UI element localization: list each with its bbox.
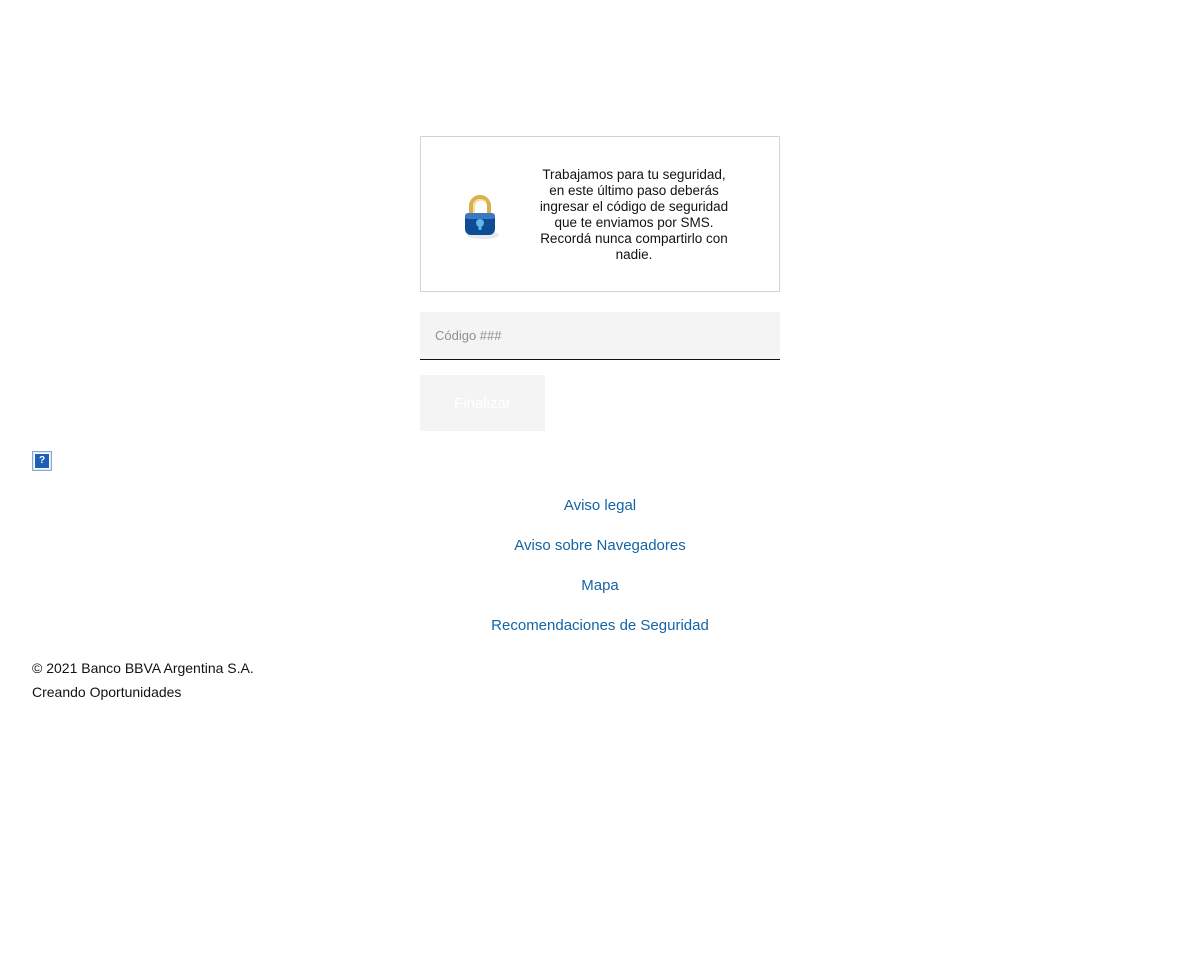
copyright-line: © 2021 Banco BBVA Argentina S.A.	[32, 660, 254, 676]
help-icon[interactable]: ?	[32, 451, 52, 471]
finish-button[interactable]: Finalizar	[420, 375, 545, 431]
link-mapa[interactable]: Mapa	[0, 575, 1200, 615]
padlock-icon	[465, 195, 499, 239]
footer-links: Aviso legal Aviso sobre Navegadores Mapa…	[0, 495, 1200, 655]
copyright: © 2021 Banco BBVA Argentina S.A. Creando…	[32, 656, 254, 704]
tagline: Creando Oportunidades	[32, 684, 182, 700]
sms-code-input[interactable]	[420, 312, 780, 360]
help-glyph: ?	[34, 453, 50, 469]
link-aviso-navegadores[interactable]: Aviso sobre Navegadores	[0, 535, 1200, 575]
link-recomendaciones-seguridad[interactable]: Recomendaciones de Seguridad	[0, 615, 1200, 655]
link-aviso-legal[interactable]: Aviso legal	[0, 495, 1200, 535]
login-sms-page: Trabajamos para tu seguridad, en este úl…	[0, 0, 1200, 968]
security-notice-text: Trabajamos para tu seguridad, en este úl…	[539, 167, 729, 262]
security-notice-box: Trabajamos para tu seguridad, en este úl…	[420, 136, 780, 292]
